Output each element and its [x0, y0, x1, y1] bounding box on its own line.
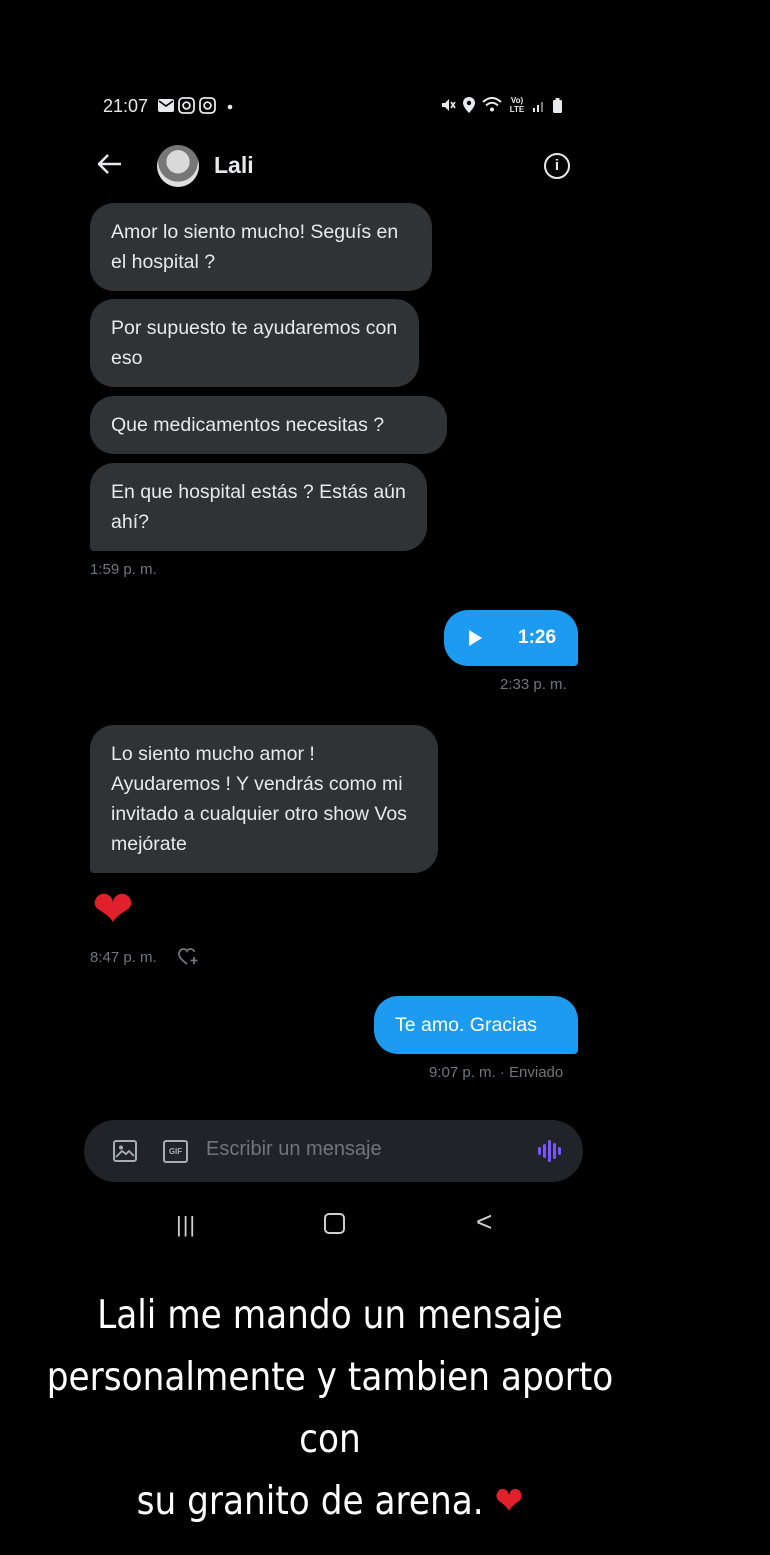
caption-heart-emoji: ❤	[494, 1479, 524, 1524]
heart-emoji-message[interactable]: ❤	[92, 882, 134, 936]
arrow-left-icon	[97, 154, 121, 174]
gif-icon[interactable]: GIF	[163, 1140, 188, 1163]
recent-apps-button[interactable]: |||	[176, 1212, 196, 1238]
sent-message[interactable]: Te amo. Gracias	[374, 996, 578, 1054]
received-message[interactable]: Que medicamentos necesitas ?	[90, 396, 447, 454]
home-button[interactable]	[324, 1213, 345, 1234]
play-icon[interactable]	[469, 630, 482, 646]
message-input[interactable]: Escribir un mensaje	[206, 1138, 382, 1161]
status-left-icons	[158, 97, 234, 114]
react-button[interactable]	[178, 948, 200, 971]
caption-line: su granito de arena. ❤	[40, 1471, 621, 1533]
volte-icon: Vo) LTE	[509, 96, 525, 114]
message-timestamp: 2:33 p. m.	[500, 676, 567, 693]
received-message[interactable]: Por supuesto te ayudaremos con eso	[90, 299, 419, 387]
message-timestamp: 8:47 p. m.	[90, 949, 157, 966]
status-right-icons: Vo) LTE	[440, 96, 562, 114]
caption-line-text: su granito de arena.	[136, 1479, 484, 1524]
caption-line: personalmente y tambien aporto con	[46, 1355, 614, 1462]
system-back-button[interactable]: <	[476, 1206, 492, 1238]
image-icon[interactable]	[113, 1140, 137, 1162]
mute-icon	[442, 99, 456, 111]
location-icon	[463, 97, 475, 113]
contact-name[interactable]: Lali	[214, 152, 254, 179]
info-icon: i	[554, 157, 560, 174]
dot-icon	[227, 104, 233, 109]
received-message[interactable]: En que hospital estás ? Estás aún ahí?	[90, 463, 427, 551]
received-message[interactable]: Lo siento mucho amor ! Ayudaremos ! Y ve…	[90, 725, 438, 873]
instagram-icon	[178, 97, 195, 114]
instagram-icon	[199, 97, 216, 114]
mail-icon	[158, 99, 174, 112]
voice-message[interactable]: 1:26	[444, 610, 578, 666]
message-status: 9:07 p. m. · Enviado	[429, 1064, 564, 1081]
heart-plus-icon	[178, 948, 198, 965]
signal-icon	[533, 102, 543, 112]
status-time: 21:07	[103, 96, 149, 116]
voice-record-icon[interactable]	[538, 1140, 561, 1162]
battery-icon	[553, 97, 562, 113]
contact-avatar[interactable]	[157, 145, 199, 187]
story-caption: Lali me mando un mensaje personalmente y…	[40, 1285, 621, 1533]
message-timestamp: 1:59 p. m.	[90, 561, 157, 578]
wifi-icon	[482, 97, 502, 112]
received-message[interactable]: Amor lo siento mucho! Seguís en el hospi…	[90, 203, 432, 291]
info-button[interactable]: i	[544, 153, 570, 179]
caption-line: Lali me mando un mensaje	[97, 1293, 563, 1338]
back-button[interactable]	[97, 150, 123, 182]
voice-duration: 1:26	[518, 627, 557, 648]
